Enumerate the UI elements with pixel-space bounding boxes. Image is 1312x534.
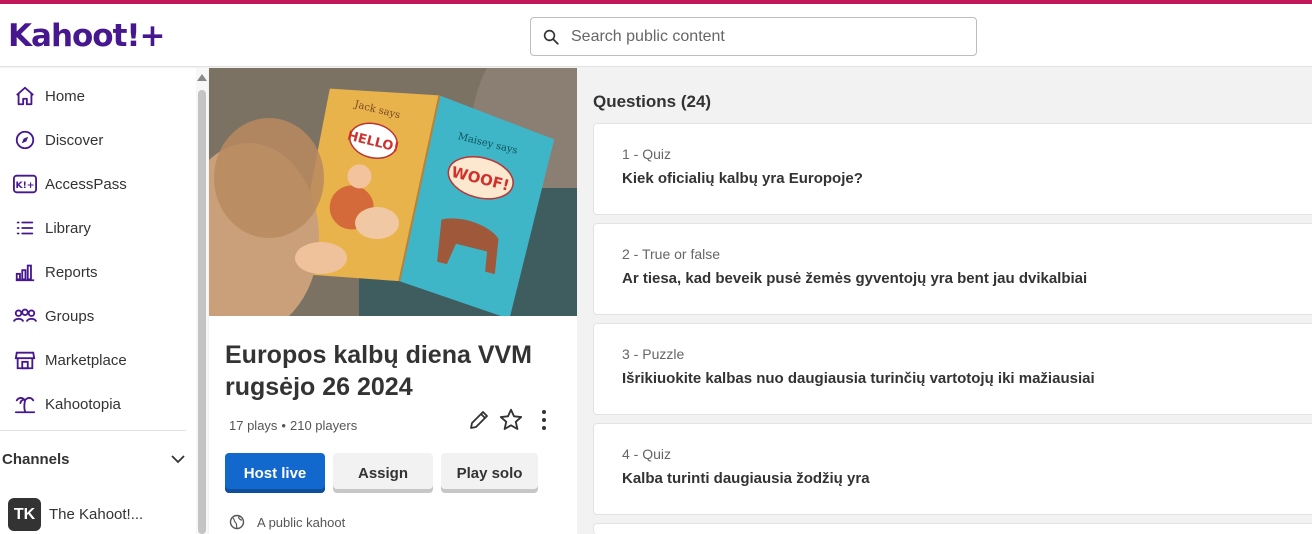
reports-icon — [13, 260, 37, 284]
sidebar-item-label: Reports — [45, 263, 98, 281]
sidebar-item-label: Home — [45, 87, 86, 105]
question-card[interactable]: 3 - Puzzle Išrikiuokite kalbas nuo daugi… — [593, 323, 1312, 415]
channels-toggle[interactable]: Channels — [2, 448, 186, 470]
sidebar: Home Discover K!+ AccessPass Library Rep… — [0, 68, 196, 534]
visibility-label: A public kahoot — [257, 514, 346, 530]
channel-name: The Kahoot!... — [49, 506, 144, 523]
svg-text:K!+: K!+ — [15, 180, 34, 191]
card-actions — [467, 406, 557, 434]
sidebar-item-groups[interactable]: Groups — [0, 296, 186, 336]
kahoot-details-card: HELLO! Jack says WOOF! Maisey says Europ… — [209, 68, 577, 534]
sidebar-item-discover[interactable]: Discover — [0, 120, 186, 160]
scroll-up-arrow[interactable] — [197, 74, 207, 81]
globe-icon — [229, 514, 245, 530]
sidebar-divider — [0, 430, 186, 431]
question-text: Ar tiesa, kad beveik pusė žemės gyventoj… — [622, 270, 1088, 287]
sidebar-item-label: Kahootopia — [45, 395, 121, 413]
players-count: 210 players — [289, 418, 358, 433]
search-box[interactable] — [530, 17, 977, 56]
channels-label: Channels — [2, 450, 70, 468]
channel-avatar: TK — [8, 498, 41, 531]
question-text: Išrikiuokite kalbas nuo daugiausia turin… — [622, 370, 1095, 387]
question-text: Kiek oficialių kalbų yra Europoje? — [622, 170, 863, 187]
question-card[interactable]: 4 - Quiz Kalba turinti daugiausia žodžių… — [593, 423, 1312, 515]
sidebar-item-label: AccessPass — [45, 175, 127, 193]
host-live-button[interactable]: Host live — [225, 453, 325, 493]
kahoot-title: Europos kalbų diena VVM rugsėjo 26 2024 — [225, 341, 532, 401]
question-meta: 1 - Quiz — [622, 146, 672, 162]
sidebar-scrollbar[interactable] — [196, 68, 208, 534]
sidebar-item-label: Discover — [45, 131, 104, 149]
scrollbar-thumb[interactable] — [198, 90, 206, 534]
kahoot-stats: 17 plays • 210 players — [229, 418, 357, 433]
compass-icon — [13, 128, 37, 152]
search-icon — [543, 29, 559, 45]
sidebar-item-reports[interactable]: Reports — [0, 252, 186, 292]
sidebar-item-library[interactable]: Library — [0, 208, 186, 248]
questions-header: Questions (24) — [593, 92, 712, 111]
assign-button[interactable]: Assign — [333, 453, 433, 493]
island-icon — [13, 392, 37, 416]
accesspass-icon: K!+ — [13, 172, 37, 196]
list-icon — [13, 216, 37, 240]
sidebar-item-home[interactable]: Home — [0, 76, 186, 116]
stats-separator: • — [281, 418, 286, 433]
question-meta: 3 - Puzzle — [622, 346, 685, 362]
store-icon — [13, 348, 37, 372]
question-text: Kalba turinti daugiausia žodžių yra — [622, 470, 870, 487]
sidebar-item-kahootopia[interactable]: Kahootopia — [0, 384, 186, 424]
question-meta: 2 - True or false — [622, 246, 721, 262]
question-meta: 4 - Quiz — [622, 446, 672, 462]
edit-icon[interactable] — [467, 408, 491, 432]
kahoot-logo[interactable]: Kahoot!+ — [8, 18, 166, 54]
header: Kahoot!+ — [0, 4, 1312, 67]
channel-item[interactable]: TK The Kahoot!... — [8, 498, 143, 531]
sidebar-item-label: Marketplace — [45, 351, 127, 369]
question-card-partial[interactable] — [593, 523, 1312, 534]
home-icon — [13, 84, 37, 108]
chevron-down-icon — [171, 455, 185, 464]
plays-count: 17 plays — [229, 418, 278, 433]
search-input[interactable] — [571, 24, 961, 50]
sidebar-item-marketplace[interactable]: Marketplace — [0, 340, 186, 380]
play-solo-button[interactable]: Play solo — [441, 453, 538, 493]
question-card[interactable]: 1 - Quiz Kiek oficialių kalbų yra Europo… — [593, 123, 1312, 215]
visibility-info: A public kahoot — [229, 514, 345, 530]
star-icon[interactable] — [498, 407, 524, 433]
groups-icon — [13, 304, 37, 328]
more-options-icon[interactable] — [539, 408, 549, 432]
sidebar-item-label: Groups — [45, 307, 95, 325]
sidebar-item-label: Library — [45, 219, 91, 237]
sidebar-item-accesspass[interactable]: K!+ AccessPass — [0, 164, 186, 204]
cover-image: HELLO! Jack says WOOF! Maisey says — [209, 68, 577, 316]
question-card[interactable]: 2 - True or false Ar tiesa, kad beveik p… — [593, 223, 1312, 315]
